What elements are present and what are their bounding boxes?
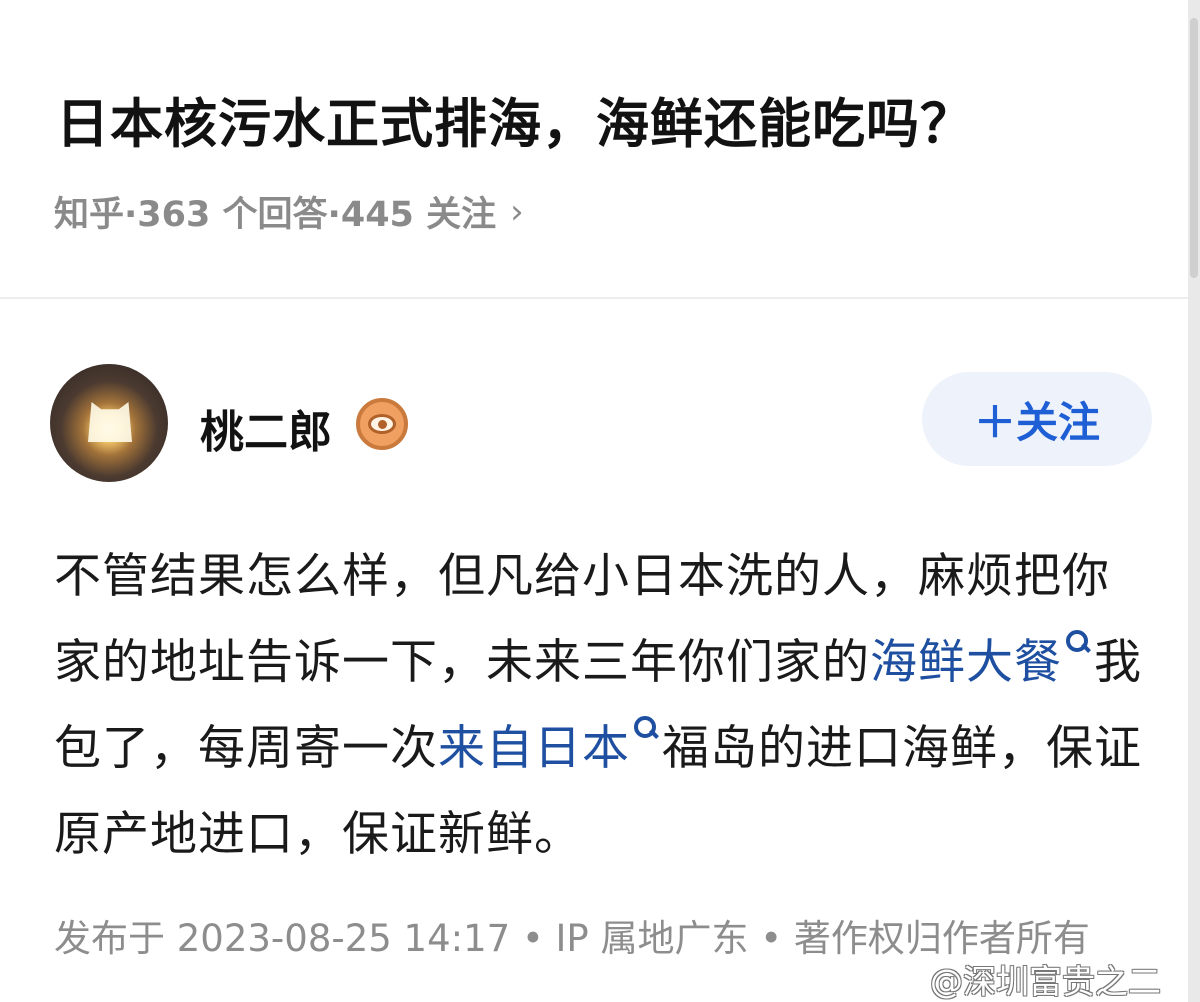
divider bbox=[0, 297, 1188, 299]
answer-footer-meta: 发布于 2023-08-25 14:17 • IP 属地广东 • 著作权归作者所… bbox=[54, 917, 1090, 960]
question-header: 日本核污水正式排海，海鲜还能吃吗？ 知乎·363 个回答·445 关注 › bbox=[0, 0, 1188, 298]
avatar-cat-silhouette bbox=[88, 402, 132, 442]
follow-button[interactable]: ＋关注 bbox=[922, 372, 1152, 466]
question-meta[interactable]: 知乎·363 个回答·445 关注 › bbox=[54, 186, 524, 237]
chevron-right-icon: › bbox=[510, 191, 524, 232]
search-icon[interactable] bbox=[632, 714, 660, 742]
eye-badge-white bbox=[368, 414, 396, 434]
scrollbar-track[interactable] bbox=[1188, 0, 1200, 1002]
weibo-watermark: @深圳富贵之二 bbox=[930, 962, 1161, 1001]
search-icon[interactable] bbox=[1064, 628, 1092, 656]
question-title[interactable]: 日本核污水正式排海，海鲜还能吃吗？ bbox=[56, 82, 974, 158]
eye-badge-icon bbox=[356, 398, 408, 450]
answer-body: 不管结果怎么样，但凡给小日本洗的人，麻烦把你家的地址告诉一下，未来三年你们家的海… bbox=[54, 534, 1144, 878]
author-name[interactable]: 桃二郎 bbox=[200, 396, 332, 460]
scrollbar-thumb[interactable] bbox=[1190, 18, 1198, 278]
keyword-link-seafood-feast[interactable]: 海鲜大餐 bbox=[870, 635, 1062, 690]
keyword-link-from-japan[interactable]: 来自日本 bbox=[438, 721, 630, 776]
author-row: 桃二郎 ＋关注 bbox=[0, 360, 1188, 482]
eye-badge-pupil bbox=[378, 420, 387, 429]
avatar[interactable] bbox=[50, 364, 168, 482]
question-stats: 知乎·363 个回答·445 关注 bbox=[54, 195, 497, 235]
